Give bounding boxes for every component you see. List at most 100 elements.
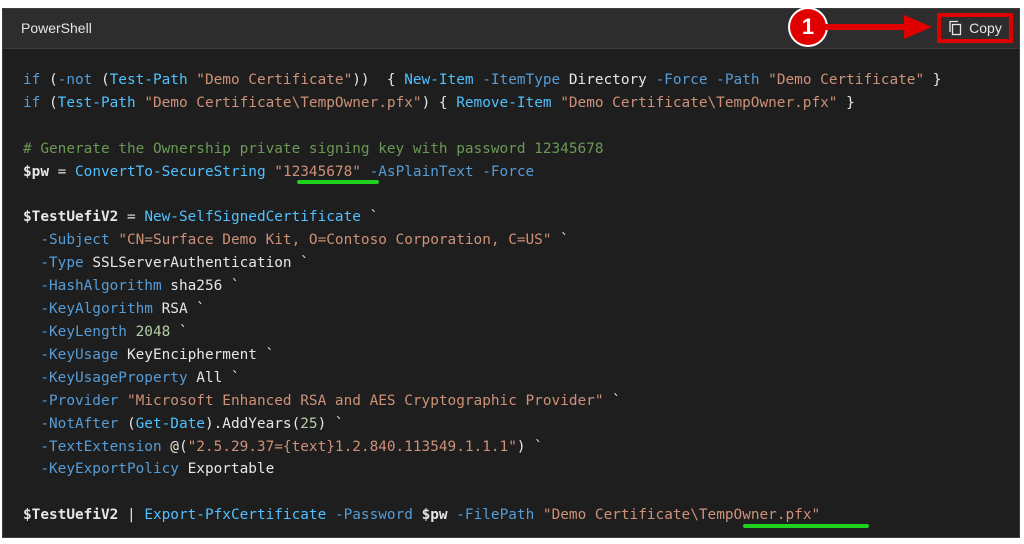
- code-token: All `: [187, 369, 240, 386]
- code-token: -HashAlgorithm: [40, 278, 162, 295]
- code-token: =: [118, 209, 145, 226]
- copy-button[interactable]: Copy: [937, 13, 1013, 43]
- code-line: $TestUefiV2 | Export-PfxCertificate -Pas…: [23, 507, 820, 523]
- code-token: Exportable: [178, 461, 275, 478]
- page: PowerShell Copy if (-not (Test-Path "Dem…: [0, 0, 1024, 544]
- code-token: @(: [161, 438, 188, 455]
- code-token: "Demo Certificate": [768, 72, 925, 88]
- code-token: Get-Date: [135, 415, 205, 432]
- code-token: -NotAfter: [40, 415, 119, 432]
- code-token: -Force: [482, 163, 535, 180]
- code-token: Test-Path: [57, 94, 136, 111]
- code-line: -TextExtension @("2.5.29.37={text}1.2.84…: [23, 439, 543, 455]
- code-token: $TestUefiV2: [23, 507, 119, 524]
- code-token: New-Item: [404, 72, 474, 88]
- code-token: (: [118, 415, 136, 432]
- code-token: -Password: [334, 507, 413, 524]
- code-token: -ItemType: [482, 72, 561, 88]
- code-token: 2048: [135, 323, 171, 340]
- password-underline: [297, 180, 379, 184]
- code-token: -AsPlainText: [369, 163, 474, 180]
- code-line: -NotAfter (Get-Date).AddYears(25) `: [23, 415, 344, 432]
- code-token: (: [40, 94, 58, 111]
- code-token: $pw: [23, 163, 49, 180]
- code-token: -KeyAlgorithm: [40, 301, 153, 318]
- code-token: RSA `: [152, 301, 205, 318]
- code-block: PowerShell Copy if (-not (Test-Path "Dem…: [2, 8, 1020, 538]
- code-token: `: [603, 392, 621, 409]
- code-line: -Type SSLServerAuthentication `: [23, 255, 309, 271]
- code-token: -KeyUsage: [40, 346, 119, 363]
- code-token: -Path: [716, 72, 760, 88]
- code-token: }: [837, 94, 855, 111]
- code-line: -KeyLength 2048 `: [23, 323, 188, 340]
- code-token: ) `: [516, 438, 543, 455]
- code-token: `: [170, 323, 188, 340]
- code-token: -Provider: [40, 392, 119, 409]
- code-token: -not: [57, 72, 93, 88]
- code-token: `: [360, 209, 379, 226]
- code-line: -KeyUsageProperty All `: [23, 369, 240, 386]
- copy-icon: [948, 20, 963, 36]
- code-token: )) {: [352, 72, 405, 88]
- code-line: -Subject "CN=Surface Demo Kit, O=Contoso…: [23, 232, 569, 248]
- code-token: (: [92, 72, 110, 88]
- code-token: Directory: [560, 72, 656, 88]
- code-token: KeyEncipherment `: [118, 346, 275, 363]
- code-line: # Generate the Ownership private signing…: [23, 141, 603, 157]
- code-token: "Demo Certificate\TempOwner.pfx": [144, 94, 422, 111]
- filename-underline: [743, 524, 869, 528]
- code-token: "2.5.29.37={text}1.2.840.113549.1.1.1": [187, 438, 517, 455]
- code-content: if (-not (Test-Path "Demo Certificate"))…: [23, 69, 941, 527]
- code-token: -KeyLength: [40, 323, 127, 340]
- code-line: $pw = ConvertTo-SecureString "12345678" …: [23, 164, 534, 180]
- code-token: |: [118, 507, 145, 524]
- code-token: ) {: [421, 94, 457, 111]
- code-line: -KeyExportPolicy Exportable: [23, 461, 274, 477]
- code-token: -Type: [40, 255, 84, 272]
- code-token: -KeyExportPolicy: [40, 461, 179, 478]
- code-token: if: [23, 72, 41, 88]
- step-number-badge: 1: [790, 9, 826, 45]
- code-token: "Demo Certificate": [196, 72, 353, 88]
- code-token: =: [49, 163, 75, 180]
- code-token: # Generate the Ownership private signing…: [23, 140, 604, 157]
- code-token: sha256 `: [161, 278, 240, 295]
- code-token: "Demo Certificate\TempOwner.pfx": [542, 507, 821, 524]
- code-token: `: [551, 232, 569, 249]
- code-token: "CN=Surface Demo Kit, O=Contoso Corporat…: [118, 232, 552, 249]
- code-line: if (-not (Test-Path "Demo Certificate"))…: [23, 72, 941, 88]
- code-token: Remove-Item: [456, 94, 552, 111]
- code-token: "Microsoft Enhanced RSA and AES Cryptogr…: [126, 392, 604, 409]
- code-token: if: [23, 94, 41, 111]
- code-token: -TextExtension: [40, 438, 162, 455]
- code-token: -Force: [655, 72, 708, 88]
- language-label: PowerShell: [21, 20, 92, 36]
- code-token: ) `: [317, 415, 344, 432]
- copy-button-label: Copy: [969, 20, 1002, 36]
- code-token: ).AddYears(: [204, 415, 301, 432]
- code-token: Export-PfxCertificate: [144, 507, 327, 524]
- code-token: SSLServerAuthentication `: [83, 255, 309, 272]
- code-token: -Subject: [40, 232, 110, 249]
